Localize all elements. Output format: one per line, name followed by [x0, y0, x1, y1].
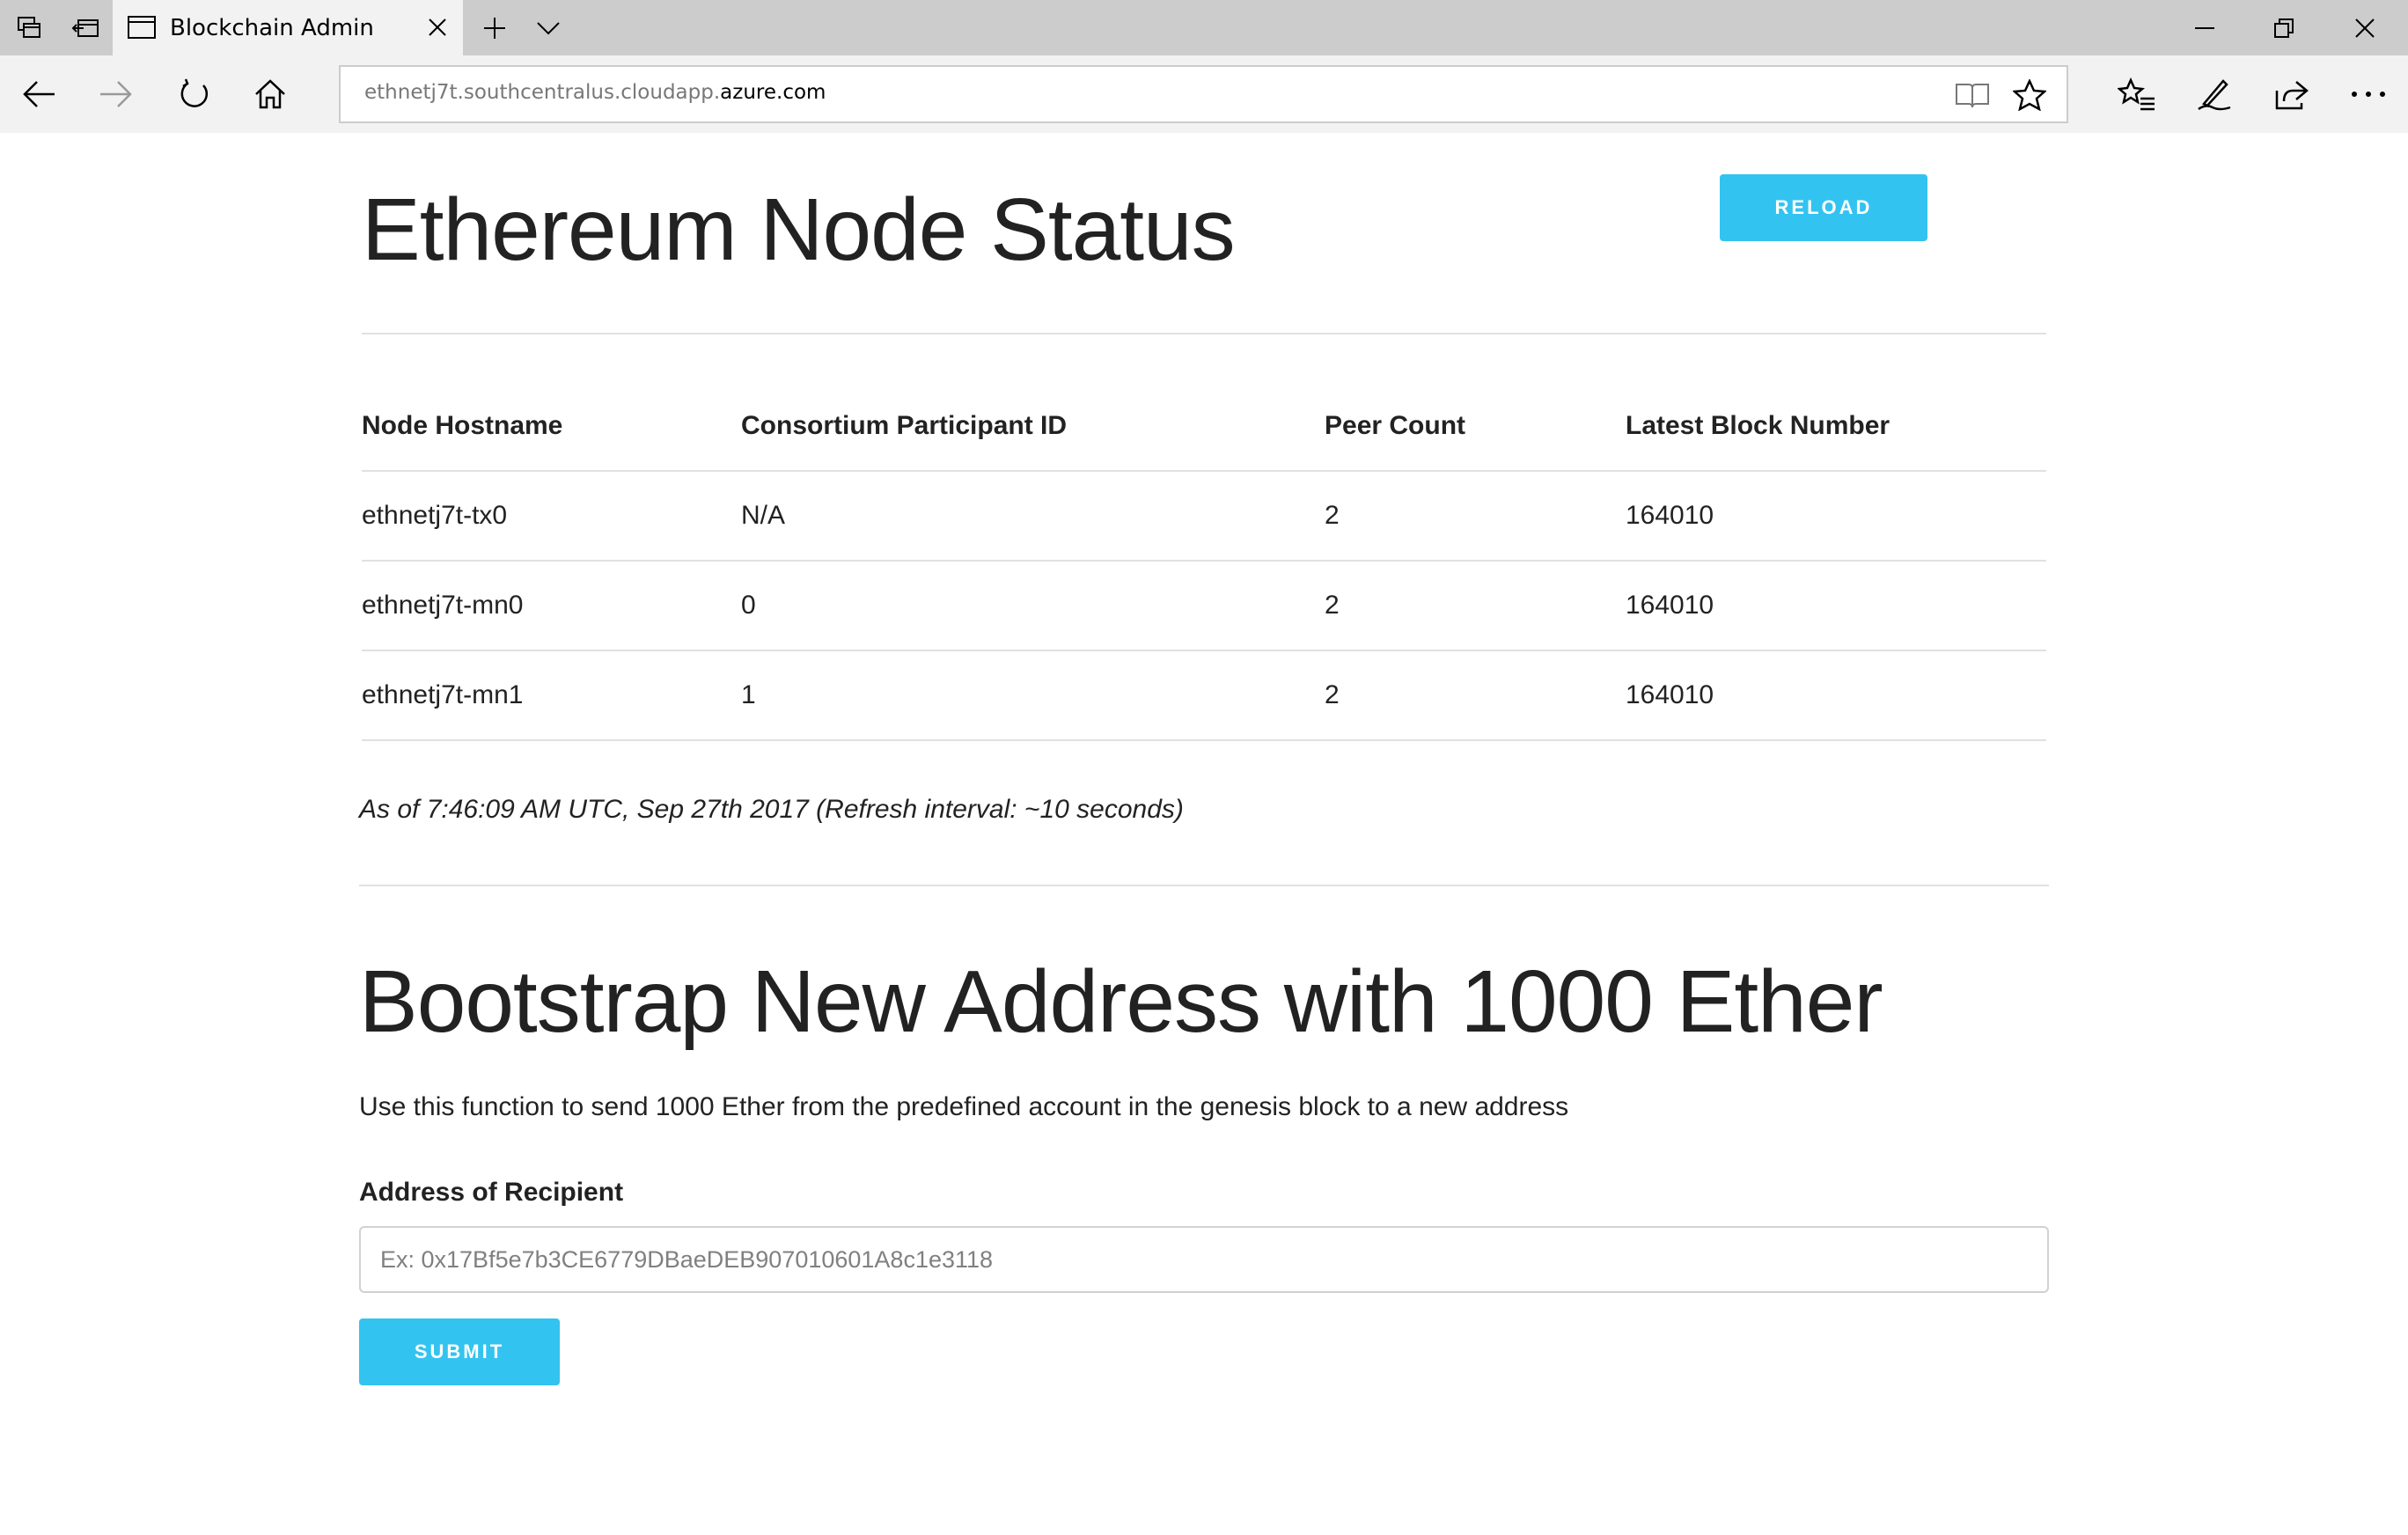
- cell-latest-block: 164010: [1626, 650, 2046, 741]
- page-content: Ethereum Node Status RELOAD Node Hostnam…: [0, 133, 2408, 1535]
- close-tab-icon[interactable]: [422, 12, 452, 42]
- table-row: ethnetj7t-mn0 0 2 164010: [362, 561, 2046, 651]
- page-icon: [127, 15, 157, 40]
- close-window-icon[interactable]: [2343, 0, 2387, 55]
- cell-node-hostname: ethnetj7t-mn1: [362, 650, 741, 741]
- cell-participant-id: 0: [741, 561, 1325, 651]
- cell-latest-block: 164010: [1626, 561, 2046, 651]
- tabs-aside-icon[interactable]: [63, 0, 107, 55]
- cell-participant-id: N/A: [741, 471, 1325, 562]
- recipient-address-label: Address of Recipient: [359, 1178, 624, 1207]
- refresh-timestamp: As of 7:46:09 AM UTC, Sep 27th 2017 (Ref…: [359, 795, 1184, 824]
- recipient-address-input[interactable]: [359, 1226, 2049, 1293]
- chevron-down-icon[interactable]: [528, 0, 569, 55]
- address-bar[interactable]: ethnetj7t.southcentralus.cloudapp.azure.…: [339, 65, 2068, 123]
- divider: [359, 885, 2049, 886]
- table-row: ethnetj7t-tx0 N/A 2 164010: [362, 471, 2046, 562]
- column-header-latest-block: Latest Block Number: [1626, 381, 2046, 472]
- browser-tab-bar: Blockchain Admin: [0, 0, 2408, 55]
- tab-title: Blockchain Admin: [170, 15, 374, 41]
- page-title: Ethereum Node Status: [362, 180, 1236, 279]
- reload-button[interactable]: RELOAD: [1720, 174, 1927, 241]
- forward-arrow-icon[interactable]: [90, 68, 143, 121]
- node-status-table: Node Hostname Consortium Participant ID …: [362, 381, 2046, 741]
- divider: [362, 333, 2046, 334]
- more-icon[interactable]: [2342, 68, 2395, 121]
- submit-button[interactable]: SUBMIT: [359, 1318, 560, 1385]
- column-header-peer-count: Peer Count: [1325, 381, 1626, 472]
- cell-latest-block: 164010: [1626, 471, 2046, 562]
- star-icon[interactable]: [2008, 74, 2051, 116]
- restore-icon[interactable]: [2262, 0, 2306, 55]
- tab-blockchain-admin[interactable]: Blockchain Admin: [113, 0, 463, 55]
- url-domain: azure.com: [720, 81, 826, 104]
- cell-peer-count: 2: [1325, 561, 1626, 651]
- refresh-icon[interactable]: [167, 68, 220, 121]
- column-header-participant-id: Consortium Participant ID: [741, 381, 1325, 472]
- cell-node-hostname: ethnetj7t-tx0: [362, 471, 741, 562]
- cell-participant-id: 1: [741, 650, 1325, 741]
- tab-manager-icon[interactable]: [7, 0, 51, 55]
- column-header-node-hostname: Node Hostname: [362, 381, 741, 472]
- table-header-row: Node Hostname Consortium Participant ID …: [362, 381, 2046, 472]
- browser-toolbar: ethnetj7t.southcentralus.cloudapp.azure.…: [0, 55, 2408, 133]
- cell-peer-count: 2: [1325, 650, 1626, 741]
- url-text[interactable]: ethnetj7t.southcentralus.cloudapp.azure.…: [364, 81, 826, 104]
- plus-icon[interactable]: [475, 0, 514, 55]
- table-row: ethnetj7t-mn1 1 2 164010: [362, 650, 2046, 741]
- book-icon[interactable]: [1951, 74, 1993, 116]
- share-icon[interactable]: [2265, 68, 2317, 121]
- favorites-list-icon[interactable]: [2111, 68, 2163, 121]
- url-host-prefix: ethnetj7t.southcentralus.cloudapp.: [364, 81, 721, 104]
- cell-node-hostname: ethnetj7t-mn0: [362, 561, 741, 651]
- pen-icon[interactable]: [2188, 68, 2241, 121]
- bootstrap-title: Bootstrap New Address with 1000 Ether: [359, 952, 1883, 1051]
- cell-peer-count: 2: [1325, 471, 1626, 562]
- bootstrap-description: Use this function to send 1000 Ether fro…: [359, 1092, 1569, 1121]
- minimize-icon[interactable]: [2183, 0, 2227, 55]
- back-arrow-icon[interactable]: [12, 68, 65, 121]
- home-icon[interactable]: [244, 68, 297, 121]
